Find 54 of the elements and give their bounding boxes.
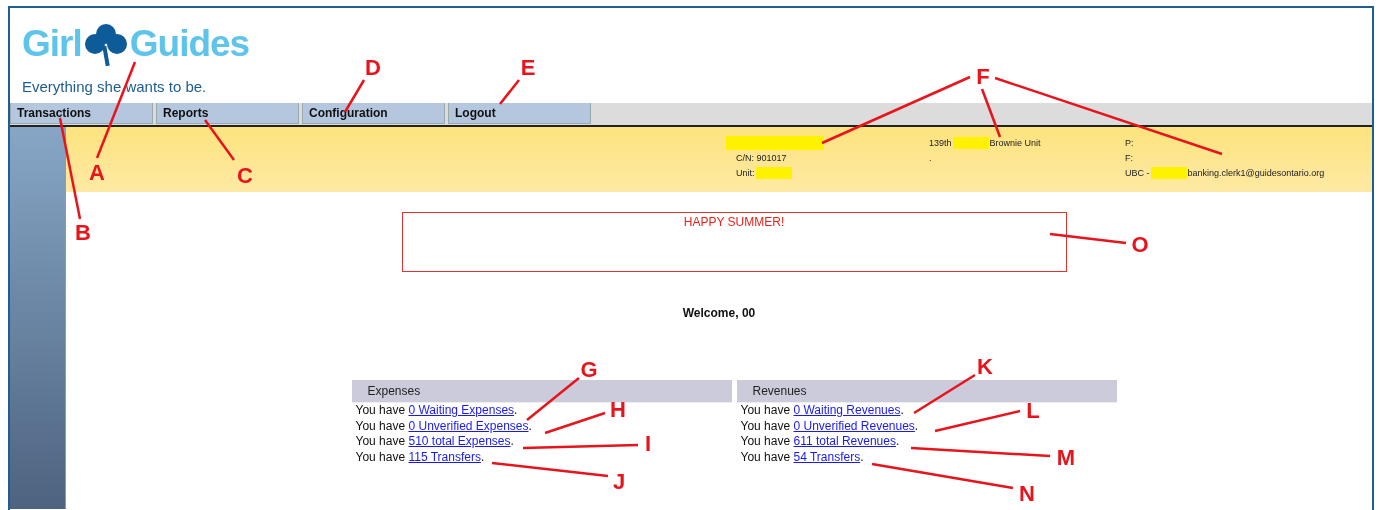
callout-letter: D	[365, 55, 381, 80]
callout-letter: C	[237, 163, 253, 188]
info-text: Brownie Unit	[989, 138, 1041, 148]
nav-tab[interactable]: Configuration	[302, 103, 445, 124]
summary-link[interactable]: 510 total Expenses	[408, 434, 511, 448]
callout-letter: H	[610, 397, 626, 422]
summary-link[interactable]: 115 Transfers	[408, 449, 481, 464]
leader-line	[499, 79, 520, 105]
summary-sentence: You have 611 total Revenues.	[739, 434, 900, 450]
callout-letter: O	[1131, 232, 1149, 257]
summary-link[interactable]: 0 Unverified Expenses	[408, 418, 529, 433]
summary-sentence: You have 54 Transfers.	[739, 449, 864, 465]
leader-line	[204, 119, 235, 161]
summary-link[interactable]: 611 total Revenues	[793, 434, 896, 448]
callout-letter: E	[520, 55, 536, 80]
info-text: .	[929, 153, 932, 163]
notice-text: HAPPY SUMMER!	[683, 215, 785, 229]
callout-letter: L	[1026, 398, 1040, 423]
callout-letter: M	[1056, 445, 1076, 470]
redaction-mark	[1150, 167, 1187, 179]
info-text: banking.clerk1@guidesontario.org	[1187, 168, 1325, 178]
panel-title: Revenues	[752, 384, 807, 398]
summary-sentence: You have 510 total Expenses.	[354, 434, 514, 450]
callout-letter: G	[580, 357, 598, 382]
logo-word: Guides	[129, 23, 250, 65]
summary-sentence: You have 0 Unverified Revenues.	[739, 418, 919, 434]
callout-letter: J	[612, 469, 626, 494]
trefoil-icon	[83, 22, 128, 66]
summary-sentence: You have 0 Unverified Expenses.	[354, 418, 532, 434]
logo-tagline: Everything she wants to be.	[22, 78, 207, 95]
summary-sentence: You have 0 Waiting Revenues.	[739, 403, 904, 419]
callout-letter: N	[1019, 481, 1035, 506]
redaction-mark	[755, 167, 792, 179]
callout-letter: K	[977, 354, 993, 379]
callout-letter: F	[976, 64, 990, 89]
info-text: 139th	[929, 138, 952, 148]
panel-title: Expenses	[367, 384, 421, 398]
info-text: C/N: 901017	[736, 153, 787, 163]
callout-letter: B	[75, 220, 91, 245]
info-text: UBC -	[1125, 168, 1150, 178]
redaction-mark	[952, 137, 989, 149]
callout-letter: A	[89, 160, 105, 185]
welcome-text: Welcome, 00	[682, 306, 756, 320]
summary-link[interactable]: 0 Unverified Revenues	[793, 418, 915, 433]
summary-sentence: You have 0 Waiting Expenses.	[354, 403, 518, 419]
callout-letter: I	[644, 431, 652, 456]
info-text: P:	[1125, 138, 1134, 148]
logo-word: Girl	[22, 23, 82, 65]
info-text: Unit:	[736, 168, 755, 178]
nav-tab[interactable]: Reports	[156, 103, 299, 124]
nav-tab[interactable]: Transactions	[10, 103, 153, 124]
info-text: F:	[1125, 153, 1133, 163]
summary-sentence: You have 115 Transfers.	[354, 449, 485, 465]
nav-tab[interactable]: Logout	[448, 103, 591, 124]
